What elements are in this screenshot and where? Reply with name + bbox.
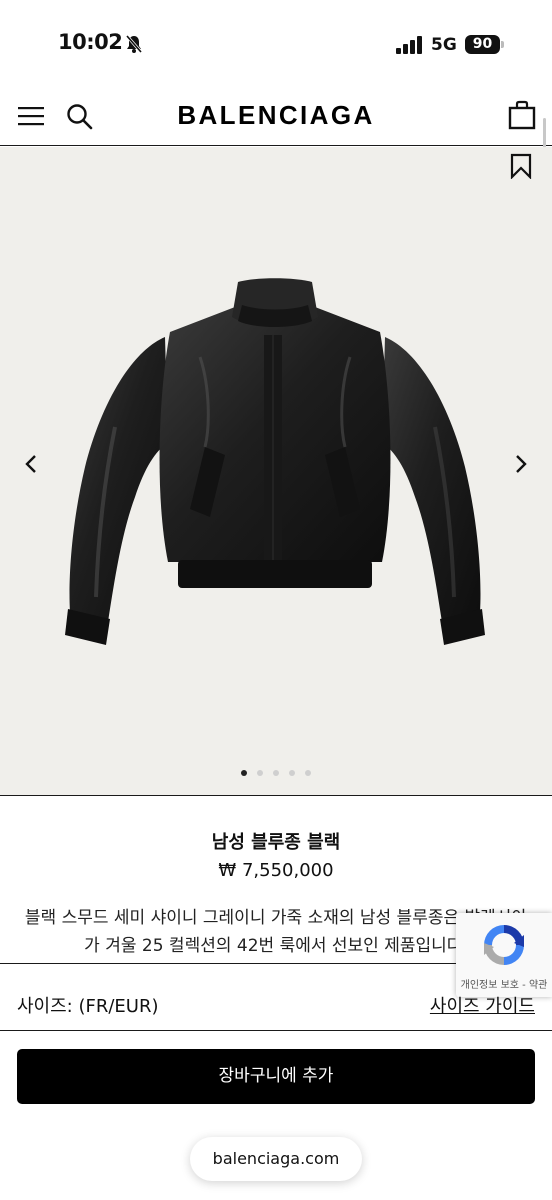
- battery-icon: 90: [465, 35, 500, 54]
- product-name: 남성 블루종 블랙: [211, 832, 341, 853]
- previous-image-arrow-icon[interactable]: [20, 449, 44, 479]
- browser-url-bar[interactable]: balenciaga.com: [190, 1137, 362, 1181]
- gallery-dot[interactable]: [289, 770, 295, 776]
- leather-jacket-image: [65, 278, 485, 645]
- gallery-dot[interactable]: [257, 770, 263, 776]
- recaptcha-icon: [484, 925, 524, 965]
- bookmark-icon[interactable]: [510, 153, 532, 179]
- product-gallery[interactable]: [0, 147, 552, 796]
- product-description: 블랙 스무드 세미 샤이니 그레이니 가죽 소재의 남성 블루종은 발렌시아가 …: [24, 908, 528, 956]
- signal-icon: [396, 36, 422, 54]
- next-image-arrow-icon[interactable]: [508, 449, 532, 479]
- battery-tip: [501, 41, 504, 48]
- gallery-dot[interactable]: [305, 770, 311, 776]
- product-price: ₩ 7,550,000: [218, 860, 334, 881]
- shopping-bag-icon[interactable]: [508, 100, 536, 130]
- recaptcha-terms[interactable]: 개인정보 보호 - 약관: [456, 976, 552, 991]
- bell-muted-icon: [125, 35, 143, 53]
- divider: [0, 1030, 552, 1031]
- brand-logo[interactable]: BALENCIAGA: [0, 100, 552, 131]
- size-guide-link[interactable]: 사이즈 가이드: [430, 992, 535, 1018]
- add-to-cart-button[interactable]: 장바구니에 추가: [17, 1049, 535, 1104]
- recaptcha-badge[interactable]: 개인정보 보호 - 약관: [456, 913, 552, 997]
- gallery-pagination: [0, 761, 552, 780]
- status-time: 10:02: [58, 30, 123, 54]
- status-bar: 10:02 5G 90: [0, 0, 552, 88]
- gallery-dot[interactable]: [241, 770, 247, 776]
- network-type: 5G: [431, 35, 457, 55]
- size-label: 사이즈: (FR/EUR): [17, 996, 159, 1017]
- site-header: BALENCIAGA: [0, 88, 552, 146]
- gallery-dot[interactable]: [273, 770, 279, 776]
